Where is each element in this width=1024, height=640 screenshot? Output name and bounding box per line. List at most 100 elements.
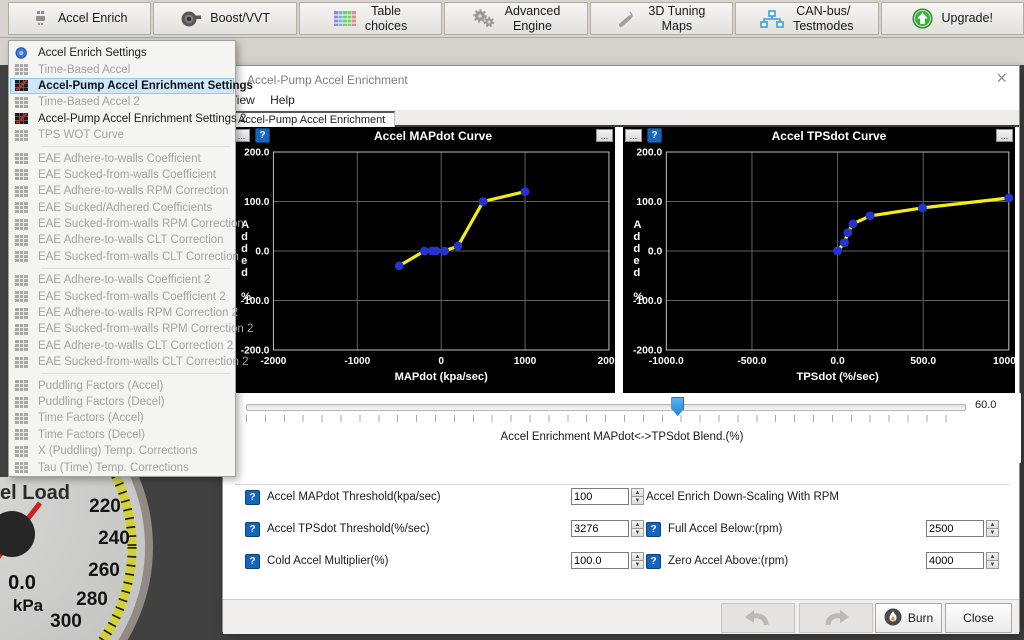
table-icon [15, 96, 29, 108]
toolbar-button-3d-tuning-maps[interactable]: 3D Tuning Maps [589, 2, 734, 35]
dialog-titlebar[interactable]: Accel-Pump Accel Enrichment × [223, 66, 1019, 92]
menu-item-eae-adhere-to-walls-clt-correction-2[interactable]: EAE Adhere-to-walls CLT Correction 2 [10, 338, 234, 354]
toolbar-button-advanced-engine[interactable]: Advanced Engine [444, 2, 588, 35]
menu-item-time-factors-accel[interactable]: Time Factors (Accel) [10, 410, 234, 426]
menu-separator [41, 268, 231, 270]
menu-item-eae-sucked-from-walls-clt-correction-2[interactable]: EAE Sucked-from-walls CLT Correction 2 [10, 354, 248, 370]
accel-enrich-menu: Accel Enrich Settings Time-Based Accel Acc… [8, 40, 253, 477]
field-input-group: ▲▼ [571, 552, 644, 569]
help-icon[interactable]: ? [245, 521, 260, 537]
field-input[interactable] [571, 552, 629, 569]
chart-plot-area[interactable]: 200.0100.00.0-100.0-200.0-2000 -1000 0 1000… [231, 144, 615, 393]
menu-item-eae-adhere-to-walls-coefficient-2[interactable]: EAE Adhere-to-walls Coefficient 2 [10, 272, 234, 288]
menu-item-label: EAE Adhere-to-walls RPM Correction 2 [38, 307, 239, 320]
svg-text:-200.0: -200.0 [633, 346, 663, 357]
spinner: ▲ ▼ [986, 552, 999, 569]
spinner-down-button[interactable]: ▼ [631, 529, 644, 537]
charts-row: ...? Accel MAPdot Curve... 200.0 100.0 0.0 -1… [231, 127, 1015, 393]
chart-more-right-button[interactable]: ... [996, 129, 1013, 142]
toolbar-button-table-choices[interactable]: Table choices [298, 2, 443, 35]
field-input[interactable] [571, 488, 629, 505]
menu-item-accel-pump-accel-enrichment-settings-2[interactable]: Accel-Pump Accel Enrichment Settings 2 [10, 111, 246, 127]
toolbar-button-label: Upgrade! [941, 11, 993, 26]
help-icon[interactable]: ? [646, 553, 661, 569]
menu-item-eae-adhere-to-walls-rpm-correction[interactable]: EAE Adhere-to-walls RPM Correction [10, 183, 234, 199]
close-button[interactable]: Close [945, 603, 1012, 633]
burn-button[interactable]: Burn [875, 603, 942, 633]
field-row-full-accel-below-rpm: ? Full Accel Below:(rpm) ▲▼ [646, 519, 1012, 539]
gauge-unit: kPa [13, 596, 44, 615]
help-icon[interactable]: ? [647, 128, 662, 143]
spinner-up-button[interactable]: ▲ [986, 552, 999, 561]
spinner: ▲ ▼ [986, 520, 999, 537]
slider-handle[interactable] [671, 397, 685, 416]
menu-item-eae-adhere-to-walls-clt-correction[interactable]: EAE Adhere-to-walls CLT Correction [10, 232, 234, 248]
toolbar-button-upgrade[interactable]: Upgrade! [880, 2, 1024, 35]
menu-item-eae-sucked-from-walls-coefficient[interactable]: EAE Sucked-from-walls Coefficient [10, 167, 234, 183]
table-icon [15, 64, 29, 76]
help-icon[interactable]: ? [255, 128, 270, 143]
undo-button[interactable] [721, 603, 795, 633]
redo-button[interactable] [799, 603, 873, 633]
chart-more-right-button[interactable]: ... [596, 129, 613, 142]
spinner-down-button[interactable]: ▼ [631, 561, 644, 569]
toolbar-button-accel-enrich[interactable]: Accel Enrich [8, 2, 152, 35]
field-input[interactable] [571, 520, 629, 537]
svg-text:-1000: -1000 [344, 356, 370, 367]
menu-item-label: Accel Enrich Settings [38, 47, 147, 60]
help-icon[interactable]: ? [245, 489, 260, 505]
menu-item-eae-adhere-to-walls-rpm-correction-2[interactable]: EAE Adhere-to-walls RPM Correction 2 [10, 305, 238, 321]
table-icon [15, 396, 29, 408]
svg-text:0.0: 0.0 [255, 247, 269, 258]
menubar-help[interactable]: Help [264, 92, 301, 108]
menu-item-accel-pump-accel-enrichment-settings[interactable]: Accel-Pump Accel Enrichment Settings [10, 77, 253, 95]
spinner-up-button[interactable]: ▲ [986, 520, 999, 529]
fields-right-column: Accel Enrich Down-Scaling With RPM ? Full… [646, 487, 1012, 583]
menu-item-puddling-factors-decel[interactable]: Puddling Factors (Decel) [10, 394, 234, 410]
chart-more-left-button[interactable]: ... [625, 129, 642, 142]
gauge-tick-number: 220 [89, 496, 121, 517]
spinner-up-button[interactable]: ▲ [631, 520, 644, 529]
tab-accel-pump[interactable]: Accel-Pump Accel Enrichment [228, 111, 396, 128]
menu-item-eae-sucked-from-walls-rpm-correction-2[interactable]: EAE Sucked-from-walls RPM Correction 2 [10, 321, 253, 337]
spinner-down-button[interactable]: ▼ [986, 529, 999, 537]
table-icon [15, 412, 29, 424]
toolbar-button-can-bus-testmodes[interactable]: CAN-bus/ Testmodes [735, 2, 879, 35]
help-icon[interactable]: ? [646, 521, 661, 537]
spinner-up-button[interactable]: ▲ [631, 488, 644, 497]
svg-text:500.0: 500.0 [910, 356, 936, 367]
spinner-down-button[interactable]: ▼ [986, 561, 999, 569]
spinner-down-button[interactable]: ▼ [631, 497, 644, 505]
field-label: Accel MAPdot Threshold(kpa/sec) [267, 491, 441, 503]
close-icon[interactable]: × [996, 68, 1007, 88]
field-input[interactable] [926, 520, 984, 537]
menu-item-accel-enrich-settings[interactable]: Accel Enrich Settings [10, 45, 234, 61]
menu-item-label: Time-Based Accel 2 [38, 96, 140, 109]
help-icon[interactable]: ? [245, 553, 260, 569]
spinner-up-button[interactable]: ▲ [631, 552, 644, 561]
svg-text:2000: 2000 [598, 356, 615, 367]
fields-left-column: ?Accel MAPdot Threshold(kpa/sec)▲▼?Accel… [245, 487, 645, 583]
svg-text:100.0: 100.0 [636, 197, 662, 208]
menu-item-tps-wot-curve[interactable]: TPS WOT Curve [10, 127, 234, 143]
menu-item-time-based-accel-2[interactable]: Time-Based Accel 2 [10, 94, 234, 110]
burn-icon [884, 608, 902, 629]
menu-item-x-puddling-temp-corrections[interactable]: X (Puddling) Temp. Corrections [10, 443, 234, 459]
menu-item-eae-sucked-from-walls-coefficient-2[interactable]: EAE Sucked-from-walls Coefficient 2 [10, 288, 234, 304]
menu-item-eae-sucked-adhered-coefficients[interactable]: EAE Sucked/Adhered Coefficients [10, 200, 234, 216]
menu-separator [41, 373, 231, 375]
chart-title: Accel TPSdot Curve [771, 128, 887, 143]
menu-item-eae-adhere-to-walls-coefficient[interactable]: EAE Adhere-to-walls Coefficient [10, 150, 234, 166]
accel-enrich-icon [32, 10, 49, 27]
menu-item-time-factors-decel[interactable]: Time Factors (Decel) [10, 427, 234, 443]
menu-item-eae-sucked-from-walls-rpm-correction[interactable]: EAE Sucked-from-walls RPM Correction [10, 216, 244, 232]
menu-item-puddling-factors-accel[interactable]: Puddling Factors (Accel) [10, 377, 234, 393]
toolbar-button-boost-vvt[interactable]: Boost/VVT [153, 2, 297, 35]
menu-item-eae-sucked-from-walls-clt-correction[interactable]: EAE Sucked-from-walls CLT Correction [10, 249, 239, 265]
spinner: ▲ ▼ [631, 488, 644, 505]
slider-track[interactable] [246, 404, 966, 411]
field-input[interactable] [926, 552, 984, 569]
chart-plot-area[interactable]: 200.0100.00.0-100.0-200.0-1000.0 -500.0 0.… [623, 144, 1015, 393]
menu-item-time-based-accel[interactable]: Time-Based Accel [10, 61, 234, 77]
menu-item-tau-time-temp-corrections[interactable]: Tau (Time) Temp. Corrections [10, 459, 234, 475]
